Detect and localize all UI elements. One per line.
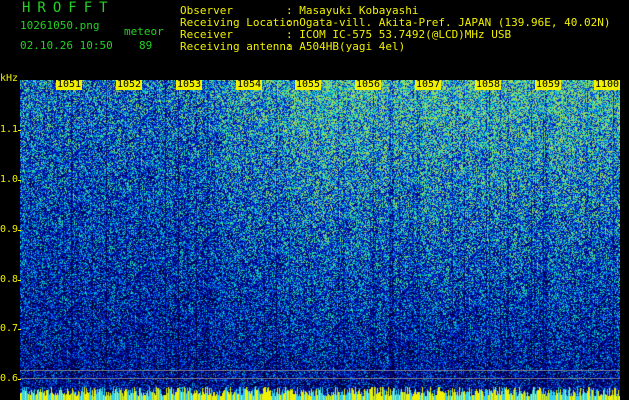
x-tick-label: 1100 [594,79,621,90]
x-tick-label: 1051 [56,79,83,90]
y-tick [18,230,21,231]
x-tick-label: 1054 [236,79,263,90]
x-tick-label: 1053 [176,79,203,90]
antenna-label: Receiving antenna [180,40,293,53]
spectrogram [20,80,620,400]
x-tick-label: 1059 [535,79,562,90]
x-tick-label: 1055 [295,79,322,90]
meteor-count: 89 [139,39,153,52]
y-tick-label: 0.9 [0,224,19,235]
y-tick-label: 1.1 [0,124,19,135]
x-tick-label: 1052 [116,79,143,90]
reference-line [20,378,620,379]
x-tick-label: 1057 [415,79,442,90]
x-tick-label: 1056 [355,79,382,90]
y-tick [18,379,21,380]
y-tick [18,180,21,181]
y-tick-label: 0.6 [0,373,19,384]
x-tick-label: 1058 [475,79,502,90]
y-tick [18,280,21,281]
y-tick-label: 0.8 [0,274,19,285]
hrofft-logo: HROFFT [22,0,115,16]
y-tick [18,130,21,131]
datetime: 02.10.26 10:50 [20,39,113,52]
y-tick [18,329,21,330]
y-tick-label: 1.0 [0,174,19,185]
y-unit-label: kHz [0,73,19,84]
filename: 10261050.png [20,19,100,32]
reference-line [20,370,620,371]
y-tick-label: 0.7 [0,323,19,334]
antenna-value: : A504HB(yagi 4el) [286,40,406,53]
mode-label: meteor [124,25,164,38]
